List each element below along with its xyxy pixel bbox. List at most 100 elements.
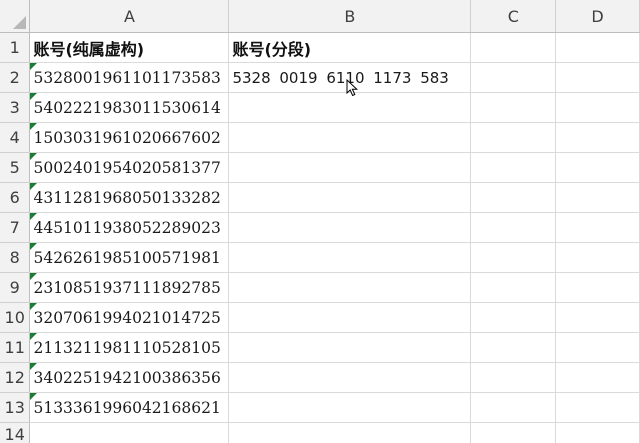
number-stored-as-text-icon[interactable] [30, 213, 38, 220]
cell-b6[interactable] [228, 182, 472, 213]
cell-c8[interactable] [470, 242, 557, 273]
number-stored-as-text-icon[interactable] [30, 93, 38, 100]
cell-b12[interactable] [228, 362, 472, 393]
row-header-1[interactable]: 1 [0, 32, 31, 63]
cell-b9[interactable] [228, 272, 472, 303]
cell-b13[interactable] [228, 392, 472, 423]
cell-d5[interactable] [555, 152, 640, 183]
cell-b1[interactable]: 账号(分段) [228, 32, 472, 63]
cell-b8[interactable] [228, 242, 472, 273]
cell-d6[interactable] [555, 182, 640, 213]
cell-c3[interactable] [470, 92, 557, 123]
number-stored-as-text-icon[interactable] [30, 273, 38, 280]
cell-a6[interactable]: 4311281968050133282 [29, 182, 230, 213]
cell-d8[interactable] [555, 242, 640, 273]
number-stored-as-text-icon[interactable] [30, 303, 38, 310]
cell-a9[interactable]: 2310851937111892785 [29, 272, 230, 303]
account-number: 5133361996042168621 [33, 399, 221, 417]
row-header-12[interactable]: 12 [0, 362, 31, 393]
number-stored-as-text-icon[interactable] [30, 63, 38, 70]
number-stored-as-text-icon[interactable] [30, 333, 38, 340]
cell-d3[interactable] [555, 92, 640, 123]
number-stored-as-text-icon[interactable] [30, 363, 38, 370]
row-header-4[interactable]: 4 [0, 122, 31, 153]
cell-c4[interactable] [470, 122, 557, 153]
row-header-5[interactable]: 5 [0, 152, 31, 183]
cell-a5[interactable]: 5002401954020581377 [29, 152, 230, 183]
cell-c7[interactable] [470, 212, 557, 243]
cell-a7[interactable]: 4451011938052289023 [29, 212, 230, 243]
account-number: 3207061994021014725 [33, 309, 221, 327]
cell-b7[interactable] [228, 212, 472, 243]
select-all-button[interactable] [0, 0, 31, 33]
cell-c14[interactable] [470, 422, 557, 443]
column-header-d[interactable]: D [555, 0, 640, 33]
segmented-account-number: 5328 0019 6110 1173 583 [232, 69, 449, 87]
number-stored-as-text-icon[interactable] [30, 393, 38, 400]
cell-d12[interactable] [555, 362, 640, 393]
account-number: 2310851937111892785 [33, 279, 221, 297]
cell-a1[interactable]: 账号(纯属虚构) [29, 32, 230, 63]
cell-grid: A B C D 1 账号(纯属虚构) 账号(分段) 2 5328001961101… [0, 0, 640, 443]
cell-d4[interactable] [555, 122, 640, 153]
cell-a12[interactable]: 3402251942100386356 [29, 362, 230, 393]
account-number: 5402221983011530614 [33, 99, 221, 117]
row-header-8[interactable]: 8 [0, 242, 31, 273]
cell-a8[interactable]: 5426261985100571981 [29, 242, 230, 273]
cell-a14[interactable] [29, 422, 230, 443]
cell-d11[interactable] [555, 332, 640, 363]
cell-a13[interactable]: 5133361996042168621 [29, 392, 230, 423]
cell-c12[interactable] [470, 362, 557, 393]
cell-b3[interactable] [228, 92, 472, 123]
account-number: 4311281968050133282 [33, 189, 221, 207]
row-header-11[interactable]: 11 [0, 332, 31, 363]
row-header-9[interactable]: 9 [0, 272, 31, 303]
cell-a4[interactable]: 1503031961020667602 [29, 122, 230, 153]
cell-d10[interactable] [555, 302, 640, 333]
select-all-triangle-icon [13, 16, 27, 29]
cell-b10[interactable] [228, 302, 472, 333]
cell-c10[interactable] [470, 302, 557, 333]
cell-c6[interactable] [470, 182, 557, 213]
cell-a3[interactable]: 5402221983011530614 [29, 92, 230, 123]
column-header-a[interactable]: A [29, 0, 230, 33]
cell-d1[interactable] [555, 32, 640, 63]
cell-a10[interactable]: 3207061994021014725 [29, 302, 230, 333]
cell-d13[interactable] [555, 392, 640, 423]
cell-b4[interactable] [228, 122, 472, 153]
cell-c9[interactable] [470, 272, 557, 303]
cell-b2[interactable]: 5328 0019 6110 1173 583 [228, 62, 472, 93]
cell-c13[interactable] [470, 392, 557, 423]
cell-c5[interactable] [470, 152, 557, 183]
cell-b14[interactable] [228, 422, 472, 443]
cell-c11[interactable] [470, 332, 557, 363]
cell-d9[interactable] [555, 272, 640, 303]
row-header-7[interactable]: 7 [0, 212, 31, 243]
row-header-2[interactable]: 2 [0, 62, 31, 93]
account-number: 5002401954020581377 [33, 159, 221, 177]
row-header-10[interactable]: 10 [0, 302, 31, 333]
number-stored-as-text-icon[interactable] [30, 123, 38, 130]
column-header-c[interactable]: C [470, 0, 557, 33]
cell-c1[interactable] [470, 32, 557, 63]
cell-b11[interactable] [228, 332, 472, 363]
number-stored-as-text-icon[interactable] [30, 153, 38, 160]
cell-b5[interactable] [228, 152, 472, 183]
row-header-6[interactable]: 6 [0, 182, 31, 213]
number-stored-as-text-icon[interactable] [30, 183, 38, 190]
cell-a2[interactable]: 5328001961101173583 [29, 62, 230, 93]
spreadsheet-grid: A B C D 1 账号(纯属虚构) 账号(分段) 2 5328001961101… [0, 0, 640, 443]
account-number: 2113211981110528105 [33, 339, 221, 357]
row-header-14[interactable]: 14 [0, 422, 31, 443]
cell-d2[interactable] [555, 62, 640, 93]
cell-d14[interactable] [555, 422, 640, 443]
number-stored-as-text-icon[interactable] [30, 243, 38, 250]
cell-a1-text: 账号(纯属虚构) [33, 39, 145, 59]
cell-c2[interactable] [470, 62, 557, 93]
row-header-13[interactable]: 13 [0, 392, 31, 423]
cell-a11[interactable]: 2113211981110528105 [29, 332, 230, 363]
column-header-b[interactable]: B [228, 0, 472, 33]
row-header-3[interactable]: 3 [0, 92, 31, 123]
account-number: 5426261985100571981 [33, 249, 221, 267]
cell-d7[interactable] [555, 212, 640, 243]
